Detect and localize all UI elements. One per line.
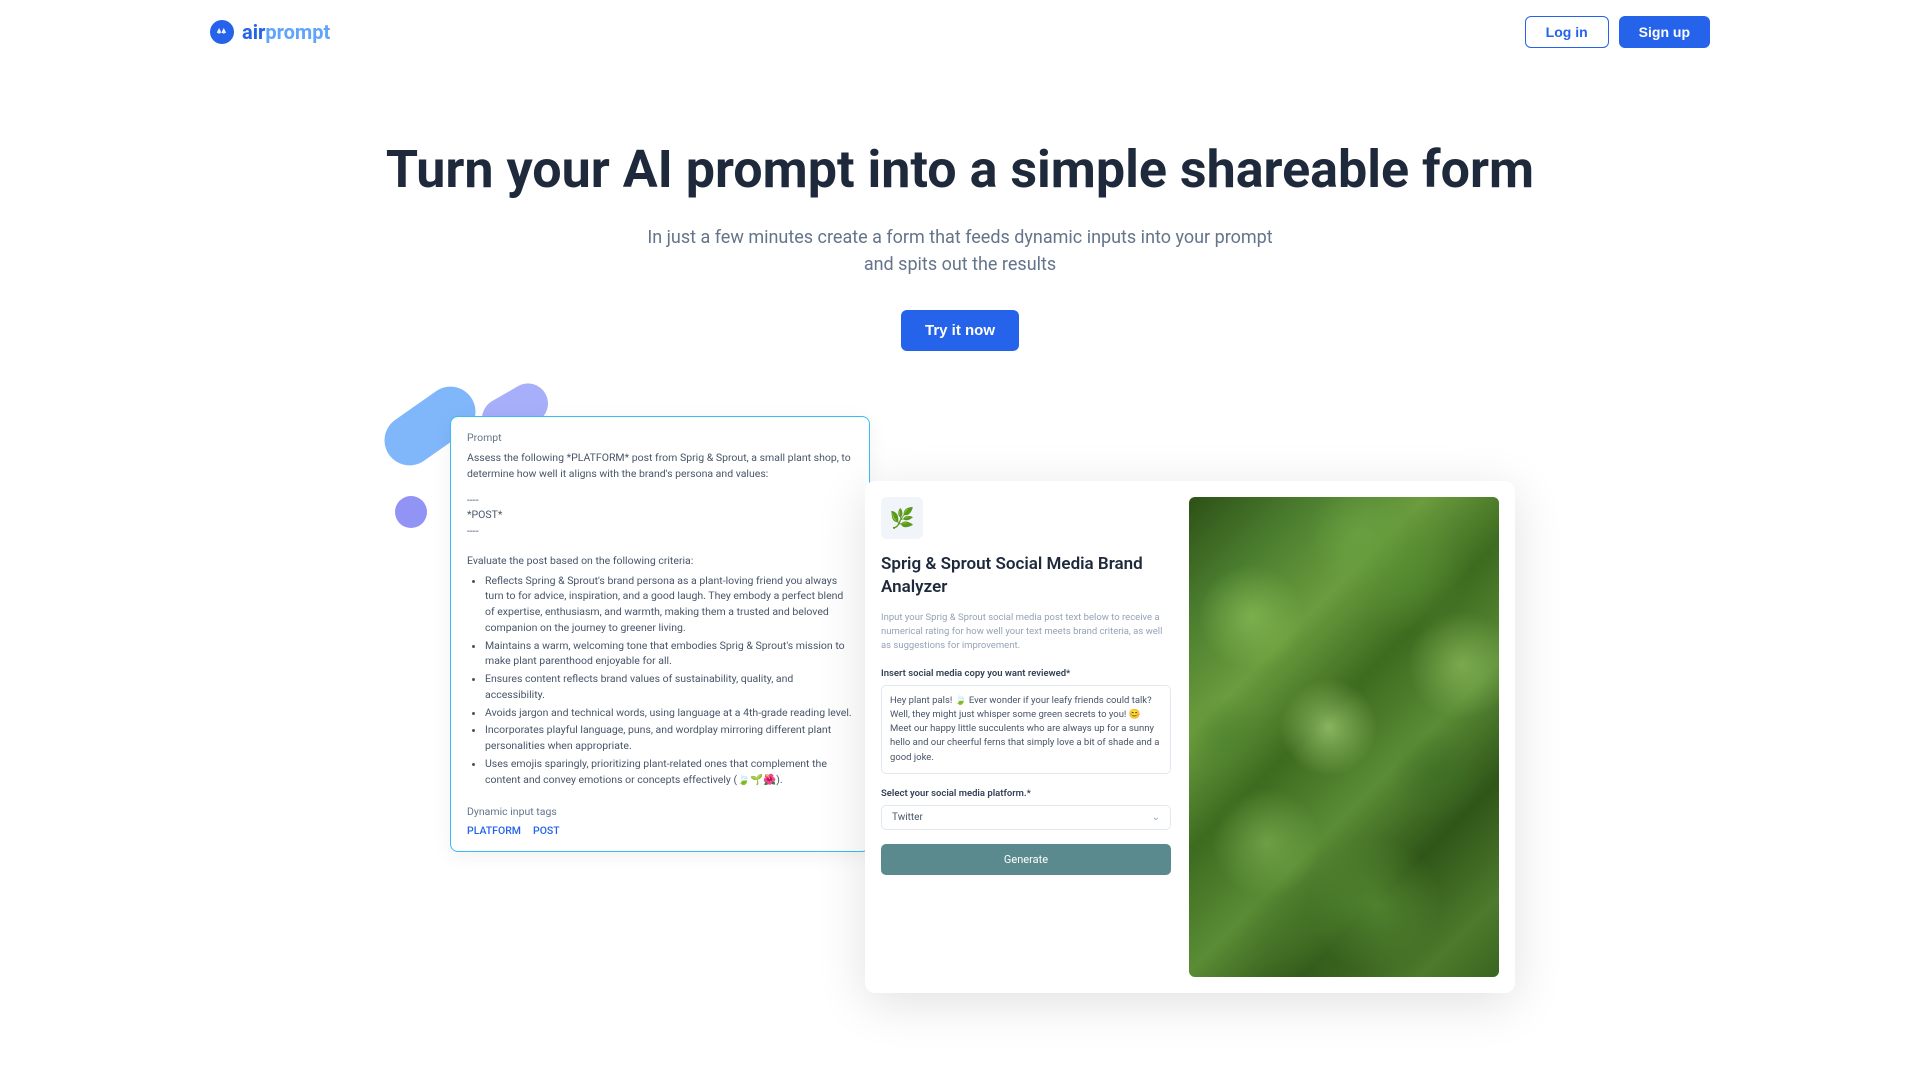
- dynamic-tag-post: POST: [533, 824, 560, 837]
- prompt-eval-label: Evaluate the post based on the following…: [467, 553, 853, 569]
- logo[interactable]: airprompt: [210, 20, 330, 44]
- hero-title: Turn your AI prompt into a simple sharea…: [0, 139, 1920, 200]
- form-description: Input your Sprig & Sprout social media p…: [881, 611, 1171, 654]
- prompt-intro: Assess the following *PLATFORM* post fro…: [467, 450, 853, 482]
- prompt-divider: ----: [467, 492, 853, 508]
- logo-icon: [210, 20, 234, 44]
- login-button[interactable]: Log in: [1525, 16, 1609, 48]
- form-preview-card: 🌿 Sprig & Sprout Social Media Brand Anal…: [865, 481, 1515, 993]
- chevron-down-icon: ⌄: [1152, 812, 1160, 823]
- criteria-item: Ensures content reflects brand values of…: [485, 671, 853, 703]
- generate-button: Generate: [881, 844, 1171, 875]
- hero-subtitle: In just a few minutes create a form that…: [640, 224, 1280, 278]
- criteria-item: Avoids jargon and technical words, using…: [485, 705, 853, 721]
- criteria-item: Uses emojis sparingly, prioritizing plan…: [485, 756, 853, 788]
- decorative-blob: [395, 496, 427, 528]
- form-textarea: Hey plant pals! 🍃 Ever wonder if your le…: [881, 685, 1171, 774]
- try-it-now-button[interactable]: Try it now: [901, 310, 1019, 351]
- demo-illustration: Prompt Assess the following *PLATFORM* p…: [360, 381, 1560, 981]
- criteria-item: Reflects Spring & Sprout's brand persona…: [485, 573, 853, 636]
- form-field-label-copy: Insert social media copy you want review…: [881, 668, 1171, 679]
- form-select-value: Twitter: [892, 812, 923, 823]
- prompt-preview-card: Prompt Assess the following *PLATFORM* p…: [450, 416, 870, 852]
- prompt-label: Prompt: [467, 431, 853, 444]
- criteria-item: Incorporates playful language, puns, and…: [485, 722, 853, 754]
- dynamic-tags-label: Dynamic input tags: [467, 805, 853, 818]
- signup-button[interactable]: Sign up: [1619, 16, 1710, 48]
- dynamic-tag-platform: PLATFORM: [467, 824, 521, 837]
- criteria-item: Maintains a warm, welcoming tone that em…: [485, 638, 853, 670]
- logo-text: airprompt: [242, 20, 330, 44]
- form-hero-image: [1189, 497, 1499, 977]
- form-select-platform: Twitter ⌄: [881, 805, 1171, 830]
- prompt-criteria-list: Reflects Spring & Sprout's brand persona…: [467, 573, 853, 788]
- form-title: Sprig & Sprout Social Media Brand Analyz…: [881, 553, 1171, 599]
- prompt-divider: ----: [467, 523, 853, 539]
- prompt-post-placeholder: *POST*: [467, 507, 853, 523]
- form-field-label-platform: Select your social media platform.*: [881, 788, 1171, 799]
- form-logo-icon: 🌿: [881, 497, 923, 539]
